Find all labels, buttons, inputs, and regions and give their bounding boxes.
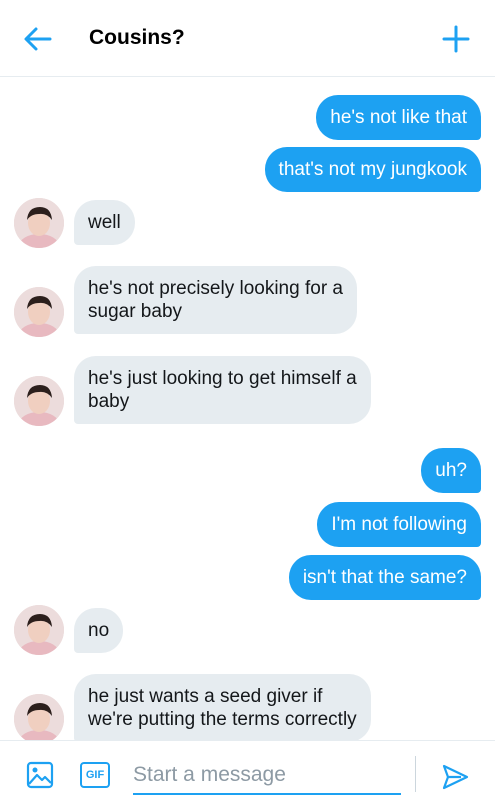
message-bubble-incoming[interactable]: he's not precisely looking for a sugar b… — [74, 266, 357, 334]
avatar-photo — [14, 198, 64, 248]
send-icon[interactable] — [441, 763, 469, 791]
avatar[interactable] — [14, 287, 64, 337]
plus-icon[interactable] — [441, 24, 471, 54]
avatar-photo — [14, 287, 64, 337]
message-bubble-incoming[interactable]: no — [74, 608, 124, 653]
message-bubble-outgoing[interactable]: I'm not following — [317, 502, 481, 547]
message-bubble-incoming[interactable]: he's just looking to get himself a baby — [74, 356, 371, 424]
avatar-photo — [14, 605, 64, 655]
image-icon[interactable] — [26, 761, 54, 789]
avatar[interactable] — [14, 376, 64, 426]
avatar[interactable] — [14, 694, 64, 740]
avatar[interactable] — [14, 605, 64, 655]
avatar[interactable] — [14, 198, 64, 248]
composer-divider — [415, 756, 416, 792]
message-bubble-outgoing[interactable]: isn't that the same? — [288, 555, 481, 600]
message-list: he's not like that that's not my jungkoo… — [0, 78, 495, 740]
conversation-header: Cousins? — [0, 0, 495, 77]
avatar-photo — [14, 376, 64, 426]
conversation-title: Cousins? — [89, 26, 185, 49]
message-bubble-incoming[interactable]: he just wants a seed giver if we're putt… — [74, 674, 371, 740]
message-bubble-outgoing[interactable]: he's not like that — [316, 95, 481, 140]
message-bubble-outgoing[interactable]: that's not my jungkook — [264, 147, 481, 192]
arrow-left-icon[interactable] — [22, 24, 54, 54]
message-bubble-outgoing[interactable]: uh? — [421, 448, 481, 493]
gif-button[interactable]: GIF — [80, 762, 110, 788]
message-composer: GIF Start a message — [0, 740, 495, 800]
message-bubble-incoming[interactable]: well — [74, 200, 135, 245]
avatar-photo — [14, 694, 64, 740]
message-input[interactable]: Start a message — [133, 763, 401, 795]
